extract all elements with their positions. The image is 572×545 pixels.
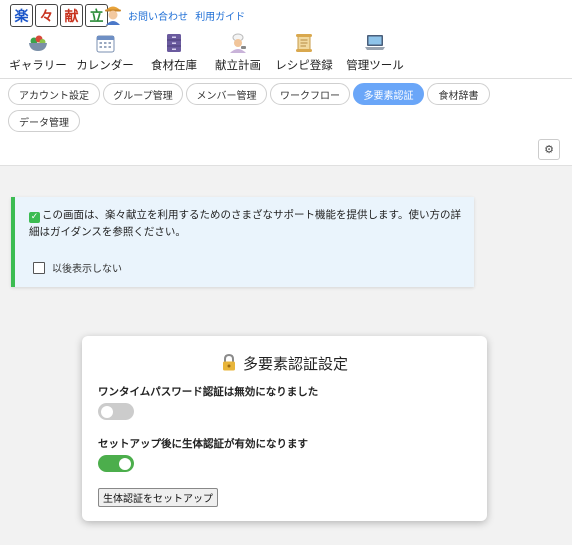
nav-label: 献立計画 bbox=[215, 58, 261, 72]
app-header: 楽 々 献 立 お問い合わせ 利用ガイド ギャラリー カレンダー 食材在庫 献立… bbox=[0, 0, 572, 78]
nav-label: 管理ツール bbox=[346, 58, 404, 72]
logo-char: 々 bbox=[35, 4, 58, 27]
tab-data-management[interactable]: データ管理 bbox=[8, 110, 80, 132]
contact-link[interactable]: お問い合わせ bbox=[128, 12, 188, 23]
nav-label: ギャラリー bbox=[9, 58, 67, 72]
tab-member-management[interactable]: メンバー管理 bbox=[186, 83, 267, 105]
dont-show-again[interactable]: 以後表示しない bbox=[33, 260, 122, 275]
tab-workflow[interactable]: ワークフロー bbox=[270, 83, 350, 105]
otp-label: ワンタイムパスワード認証は無効になりました bbox=[98, 386, 319, 398]
nav-calendar[interactable]: カレンダー bbox=[68, 32, 142, 73]
otp-toggle[interactable] bbox=[98, 403, 134, 420]
logo-char: 献 bbox=[60, 4, 83, 27]
gear-icon: ⚙ bbox=[544, 143, 554, 156]
scroll-icon bbox=[293, 32, 315, 54]
notice-text: この画面は、楽々献立を利用するためのさまざなサポート機能を提供します。使い方の詳… bbox=[29, 209, 461, 238]
calendar-icon bbox=[94, 32, 116, 54]
mfa-settings-card: 多要素認証設定 ワンタイムパスワード認証は無効になりました セットアップ後に生体… bbox=[82, 336, 487, 521]
laptop-icon bbox=[364, 32, 386, 54]
mfa-title: 多要素認証設定 bbox=[242, 355, 348, 373]
cook-icon bbox=[227, 32, 249, 54]
dont-show-checkbox[interactable] bbox=[33, 261, 45, 274]
nav-recipe[interactable]: レシピ登録 bbox=[270, 32, 338, 73]
cabinet-icon bbox=[163, 32, 185, 54]
app-logo[interactable]: 楽 々 献 立 bbox=[10, 4, 108, 27]
biometric-label: セットアップ後に生体認証が有効になります bbox=[98, 438, 308, 450]
settings-gear-button[interactable]: ⚙ bbox=[538, 139, 560, 160]
tab-account-settings[interactable]: アカウント設定 bbox=[8, 83, 100, 105]
tab-ingredient-dictionary[interactable]: 食材辞書 bbox=[427, 83, 490, 105]
user-avatar-icon[interactable] bbox=[103, 3, 123, 25]
nav-label: 食材在庫 bbox=[151, 58, 197, 72]
tab-group-management[interactable]: グループ管理 bbox=[103, 83, 183, 105]
lock-icon bbox=[221, 353, 237, 375]
info-notice: ✓ この画面は、楽々献立を利用するためのさまざなサポート機能を提供します。使い方の… bbox=[11, 197, 474, 287]
toggle-knob bbox=[119, 457, 131, 470]
salad-bowl-icon bbox=[27, 32, 49, 54]
tab-mfa[interactable]: 多要素認証 bbox=[353, 83, 424, 105]
nav-admin[interactable]: 管理ツール bbox=[338, 32, 412, 73]
biometric-toggle[interactable] bbox=[98, 455, 134, 472]
dont-show-label: 以後表示しない bbox=[52, 264, 122, 275]
main-nav: ギャラリー カレンダー 食材在庫 献立計画 レシピ登録 管理ツール bbox=[8, 32, 412, 73]
guide-link[interactable]: 利用ガイド bbox=[195, 12, 245, 23]
biometric-setup-button[interactable]: 生体認証をセットアップ bbox=[98, 488, 218, 507]
nav-label: カレンダー bbox=[76, 58, 134, 72]
tabs-divider bbox=[0, 165, 572, 166]
nav-stock[interactable]: 食材在庫 bbox=[142, 32, 206, 73]
logo-char: 楽 bbox=[10, 4, 33, 27]
nav-gallery[interactable]: ギャラリー bbox=[8, 32, 68, 73]
nav-label: レシピ登録 bbox=[275, 58, 333, 72]
check-mark-icon: ✓ bbox=[29, 212, 40, 223]
toggle-knob bbox=[101, 405, 113, 418]
nav-plan[interactable]: 献立計画 bbox=[206, 32, 270, 73]
